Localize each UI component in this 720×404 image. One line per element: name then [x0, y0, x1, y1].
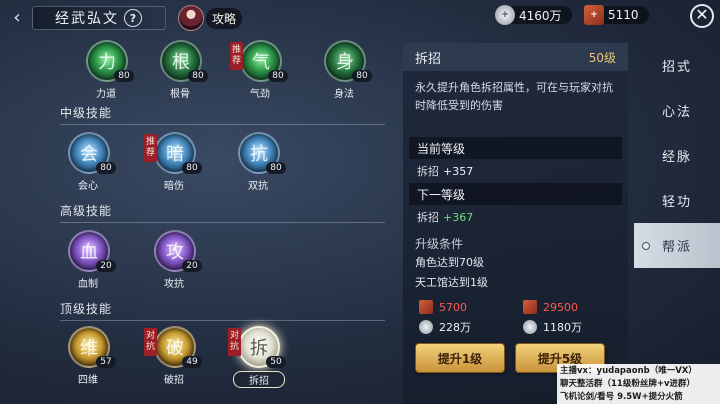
skill-name: 破招: [164, 375, 184, 386]
divider: [60, 222, 385, 223]
skill-name: 四维: [78, 375, 98, 386]
skill-name: 血制: [78, 279, 98, 290]
skill-level: 20: [96, 260, 116, 272]
skill-siwei[interactable]: 维 57 四维: [58, 326, 118, 390]
skill-name: 根骨: [170, 89, 190, 100]
tab-zhaoshi[interactable]: 招式: [634, 43, 720, 88]
back-arrow-icon[interactable]: ‹: [6, 6, 28, 28]
skill-name: 气劲: [250, 89, 270, 100]
cost-1-level: 5700 228万: [419, 297, 509, 337]
skill-level: 50: [266, 356, 286, 368]
skill-shuangkang[interactable]: 抗 80 双抗: [228, 132, 288, 196]
token-icon: +: [584, 5, 604, 25]
tab-xinfa[interactable]: 心法: [634, 88, 720, 133]
top-bar: ‹ 经武弘文 ? 攻略 + 4160万 + 5110 ✕: [0, 0, 720, 34]
next-stat-label: 拆招: [417, 211, 439, 224]
streamer-overlay: 主播vx：yudapaonb（唯一VX） 聊天整活群（11级粉丝牌+v进群） 飞…: [557, 364, 720, 404]
cost-5-level: 29500 1180万: [523, 297, 613, 337]
skill-level: 49: [182, 356, 202, 368]
skill-name: 暗伤: [164, 181, 184, 192]
cost-silver-value: 1180万: [543, 321, 582, 334]
skill-level: 80: [114, 70, 134, 82]
versus-tag: 对抗: [228, 328, 241, 356]
cost-token-value: 29500: [543, 300, 578, 314]
skill-xuezhi[interactable]: 血 20 血制: [58, 230, 118, 294]
skill-gengu[interactable]: 根 80 根骨: [150, 40, 210, 104]
active-dot-icon: [642, 242, 650, 250]
tab-jingmai[interactable]: 经脉: [634, 133, 720, 178]
current-level-header: 当前等级: [409, 137, 622, 159]
skill-level: 57: [96, 356, 116, 368]
skill-detail-panel: 拆招 50级 永久提升角色拆招属性，可在与玩家对抗时降低受到的伤害 当前等级 拆…: [403, 43, 628, 404]
guide-label: 攻略: [206, 7, 243, 29]
current-stat-row: 拆招 +357: [403, 159, 628, 183]
detail-skill-level: 50级: [588, 50, 616, 65]
silver-coin-icon: +: [495, 5, 515, 25]
detail-skill-name: 拆招: [415, 51, 442, 67]
token-icon: [419, 300, 433, 314]
tab-bangpai[interactable]: 帮派: [634, 223, 720, 268]
tab-label: 帮派: [661, 240, 692, 255]
recommend-tag: 推荐: [144, 134, 157, 162]
cost-silver-value: 228万: [439, 321, 471, 334]
requirement-item: 天工馆达到1级: [415, 276, 488, 289]
skill-name: 拆招: [233, 371, 285, 388]
skill-name: 身法: [334, 89, 354, 100]
help-button[interactable]: ?: [124, 9, 142, 27]
section-title-high: 高级技能: [60, 204, 113, 218]
skill-level: 80: [266, 162, 286, 174]
next-stat-row: 拆招 +367: [403, 205, 628, 229]
detail-description: 永久提升角色拆招属性，可在与玩家对抗时降低受到的伤害: [415, 81, 613, 112]
skill-gongkang[interactable]: 攻 20 攻抗: [144, 230, 204, 294]
overlay-line: 飞机论剑/看号 9.5W+提分火箭: [560, 392, 683, 402]
cost-token-value: 5700: [439, 300, 467, 314]
silver-coin-icon: [419, 320, 433, 334]
skill-name: 会心: [78, 181, 98, 192]
page-title-text: 经武弘文: [55, 11, 119, 27]
section-title-top: 顶级技能: [60, 302, 113, 316]
guide-button[interactable]: 攻略: [178, 5, 244, 31]
skill-shenfa[interactable]: 身 80 身法: [314, 40, 374, 104]
token-currency[interactable]: + 5110: [584, 5, 649, 25]
next-level-header: 下一等级: [409, 183, 622, 205]
skill-level: 20: [182, 260, 202, 272]
next-stat-value: +367: [443, 210, 474, 224]
close-button[interactable]: ✕: [690, 4, 714, 28]
silver-currency[interactable]: + 4160万: [495, 5, 572, 25]
current-stat-label: 拆招: [417, 165, 439, 178]
guide-avatar: [178, 5, 204, 31]
skill-level: 80: [182, 162, 202, 174]
skill-name: 双抗: [248, 181, 268, 192]
skill-pozhao[interactable]: 破 对抗 49 破招: [144, 326, 204, 390]
section-title-mid: 中级技能: [60, 106, 113, 120]
detail-header: 拆招 50级: [403, 43, 628, 71]
overlay-line: 主播vx：yudapaonb（唯一VX）: [560, 366, 697, 376]
skill-name: 攻抗: [164, 279, 184, 290]
requirement-item: 角色达到70级: [415, 256, 484, 269]
overlay-line: 聊天整活群（11级粉丝牌+v进群）: [560, 379, 695, 389]
skill-lidao[interactable]: 力 80 力道: [76, 40, 136, 104]
skill-qijin[interactable]: 气 推荐 80 气劲: [230, 40, 290, 104]
skill-name: 力道: [96, 89, 116, 100]
skill-level: 80: [268, 70, 288, 82]
page-title: 经武弘文: [32, 6, 166, 30]
divider: [60, 320, 385, 321]
skill-chaizhao[interactable]: 拆 对抗 50 拆招: [228, 326, 288, 390]
divider: [60, 124, 385, 125]
skill-level: 80: [96, 162, 116, 174]
silver-coin-icon: [523, 320, 537, 334]
recommend-tag: 推荐: [230, 42, 243, 70]
versus-tag: 对抗: [144, 328, 157, 356]
requirement-title: 升级条件: [415, 237, 464, 251]
skill-level: 80: [352, 70, 372, 82]
skill-grid: 力 80 力道 根 80 根骨 气 推荐 80 气劲 身 80 身法 中级技能 …: [0, 34, 395, 404]
upgrade-1-button[interactable]: 提升1级: [415, 343, 505, 373]
token-icon: [523, 300, 537, 314]
category-tabs: 招式 心法 经脉 轻功 帮派: [634, 43, 720, 404]
tab-qinggong[interactable]: 轻功: [634, 178, 720, 223]
current-stat-value: +357: [443, 164, 474, 178]
skill-level: 80: [188, 70, 208, 82]
skill-anshang[interactable]: 暗 推荐 80 暗伤: [144, 132, 204, 196]
skill-huixin[interactable]: 会 80 会心: [58, 132, 118, 196]
